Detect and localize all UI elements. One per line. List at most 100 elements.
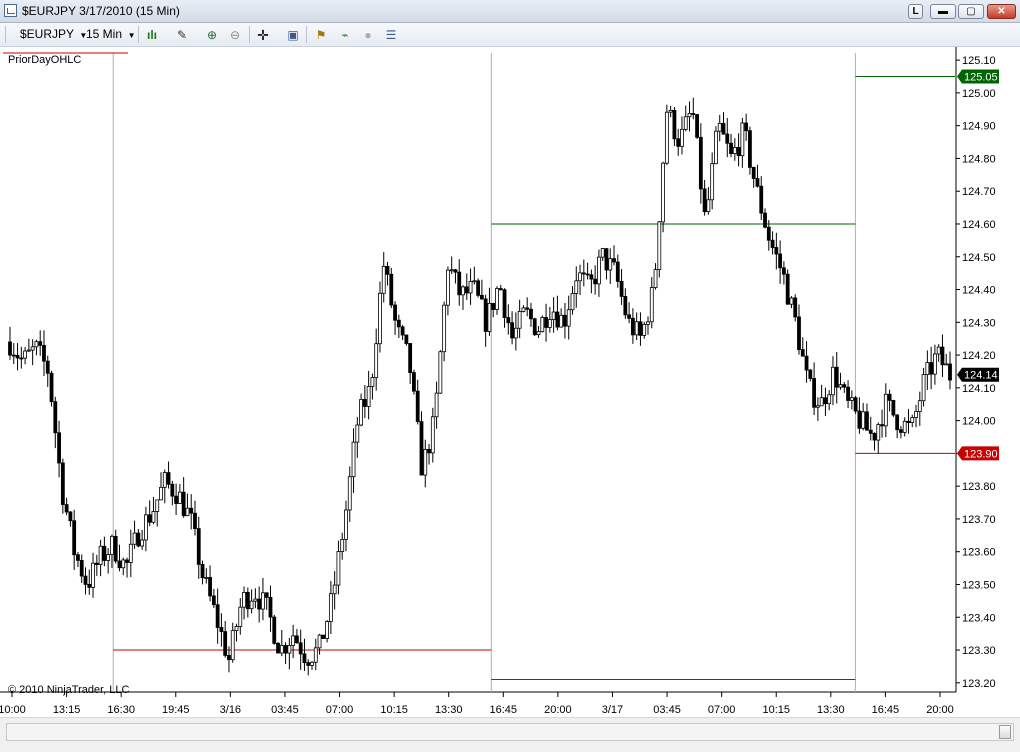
candle-body	[446, 269, 450, 306]
candle-body	[766, 226, 771, 241]
candle-body	[846, 386, 850, 401]
candle-body	[415, 390, 420, 422]
candle-body	[921, 374, 926, 402]
candle-body	[306, 662, 311, 666]
candle-body	[887, 393, 892, 401]
instrument-selector[interactable]: $EURJPY ▼	[20, 27, 87, 42]
candle-body	[38, 341, 43, 346]
candle-body	[800, 349, 805, 357]
candle-body	[283, 645, 288, 654]
zoom-in-icon[interactable]: ⊕	[204, 27, 220, 43]
candle-body	[200, 563, 205, 579]
candle-body	[223, 631, 228, 656]
candle-body	[381, 265, 386, 294]
candle-body	[430, 416, 435, 454]
candle-body	[566, 309, 571, 327]
candle-body	[902, 420, 907, 433]
minimize-button[interactable]: ▬	[930, 4, 956, 19]
candle-body	[336, 551, 341, 586]
copyright-label: © 2010 NinjaTrader, LLC	[8, 684, 129, 696]
scrollbar-thumb[interactable]	[999, 725, 1011, 739]
candle-body	[106, 554, 111, 561]
indicators-icon[interactable]: ⌁	[337, 27, 353, 43]
candle-body	[423, 448, 428, 476]
horizontal-scrollbar[interactable]	[6, 723, 1014, 741]
candle-body	[506, 317, 511, 324]
candle-body	[891, 399, 896, 416]
candle-body	[125, 559, 129, 563]
candle-body	[53, 401, 58, 434]
title-bar: $EURJPY 3/17/2010 (15 Min) L ▬ ▢ ✕	[0, 0, 1020, 23]
candle-body	[389, 273, 394, 306]
candle-body	[351, 441, 356, 478]
y-tick-label: 124.20	[962, 350, 996, 362]
candle-body	[396, 319, 401, 328]
candle-body	[717, 122, 722, 132]
candle-body	[748, 130, 752, 168]
data-box-icon[interactable]: ☰	[383, 27, 399, 43]
candle-body	[687, 113, 692, 118]
maximize-button[interactable]: ▢	[958, 4, 984, 19]
candle-body	[842, 384, 847, 388]
candle-body	[940, 346, 945, 366]
candle-body	[136, 532, 141, 547]
candle-body	[770, 239, 775, 248]
candle-body	[702, 188, 707, 213]
x-tick-label: 07:00	[708, 704, 736, 716]
strategy-icon[interactable]: ⚑	[313, 27, 329, 43]
candle-body	[642, 323, 647, 336]
price-chart[interactable]: 125.10 125.00 124.90 124.80 124.70 124.60 124.…	[0, 47, 1020, 717]
candle-body	[110, 535, 114, 555]
candle-body	[378, 292, 382, 345]
candle-body	[427, 448, 431, 454]
chart-panel[interactable]: 125.10 125.00 124.90 124.80 124.70 124.60 124.…	[0, 47, 1020, 717]
candle-body	[831, 366, 835, 396]
y-tick-label: 123.40	[962, 612, 996, 624]
candle-body	[812, 378, 816, 408]
candle-body	[291, 635, 296, 646]
candle-body	[272, 616, 277, 644]
candle-body	[751, 166, 756, 179]
candle-body	[729, 142, 733, 154]
link-button[interactable]: L	[908, 4, 923, 19]
chart-trader-icon[interactable]: ●	[360, 27, 376, 43]
candle-body	[215, 604, 220, 628]
y-tick-label: 124.40	[962, 285, 996, 297]
candle-body	[646, 321, 650, 325]
candle-body	[219, 627, 224, 632]
candle-body	[60, 462, 65, 505]
candle-body	[404, 334, 409, 344]
bar-type-icon[interactable]: ılı	[144, 27, 160, 43]
y-tick-label: 123.70	[962, 514, 996, 526]
candle-body	[442, 304, 447, 353]
candle-body	[189, 507, 194, 514]
candle-body	[328, 593, 333, 622]
candle-body	[79, 560, 84, 577]
candle-body	[649, 287, 654, 323]
candle-body	[619, 280, 624, 297]
drawing-tool-icon[interactable]: ✎	[174, 27, 190, 43]
candle-body	[834, 366, 839, 388]
candle-body	[174, 495, 179, 504]
candle-body	[242, 591, 246, 608]
candle-body	[563, 314, 567, 327]
candle-body	[94, 562, 99, 565]
window-title: $EURJPY 3/17/2010 (15 Min)	[22, 4, 180, 18]
close-button[interactable]: ✕	[987, 4, 1016, 19]
chart-properties-icon[interactable]: ▣	[285, 27, 301, 43]
x-tick-label: 13:15	[53, 704, 81, 716]
toolbar-separator	[138, 26, 139, 43]
candle-body	[547, 319, 552, 328]
chart-toolbar: $EURJPY ▼ 15 Min ▼ ılı ✎ ⊕ ⊖ ✛ ▣ ⚑ ⌁ ● ☰	[0, 23, 1020, 47]
x-tick-label: 13:30	[435, 704, 463, 716]
zoom-out-icon[interactable]: ⊖	[227, 27, 243, 43]
candle-body	[925, 362, 930, 376]
crosshair-icon[interactable]: ✛	[255, 27, 271, 43]
candle-body	[551, 311, 556, 321]
candle-body	[479, 294, 484, 300]
interval-selector[interactable]: 15 Min ▼	[86, 27, 136, 42]
candle-body	[532, 318, 537, 336]
candle-body	[264, 592, 269, 598]
candle-body	[495, 288, 499, 310]
candle-body	[740, 122, 745, 157]
